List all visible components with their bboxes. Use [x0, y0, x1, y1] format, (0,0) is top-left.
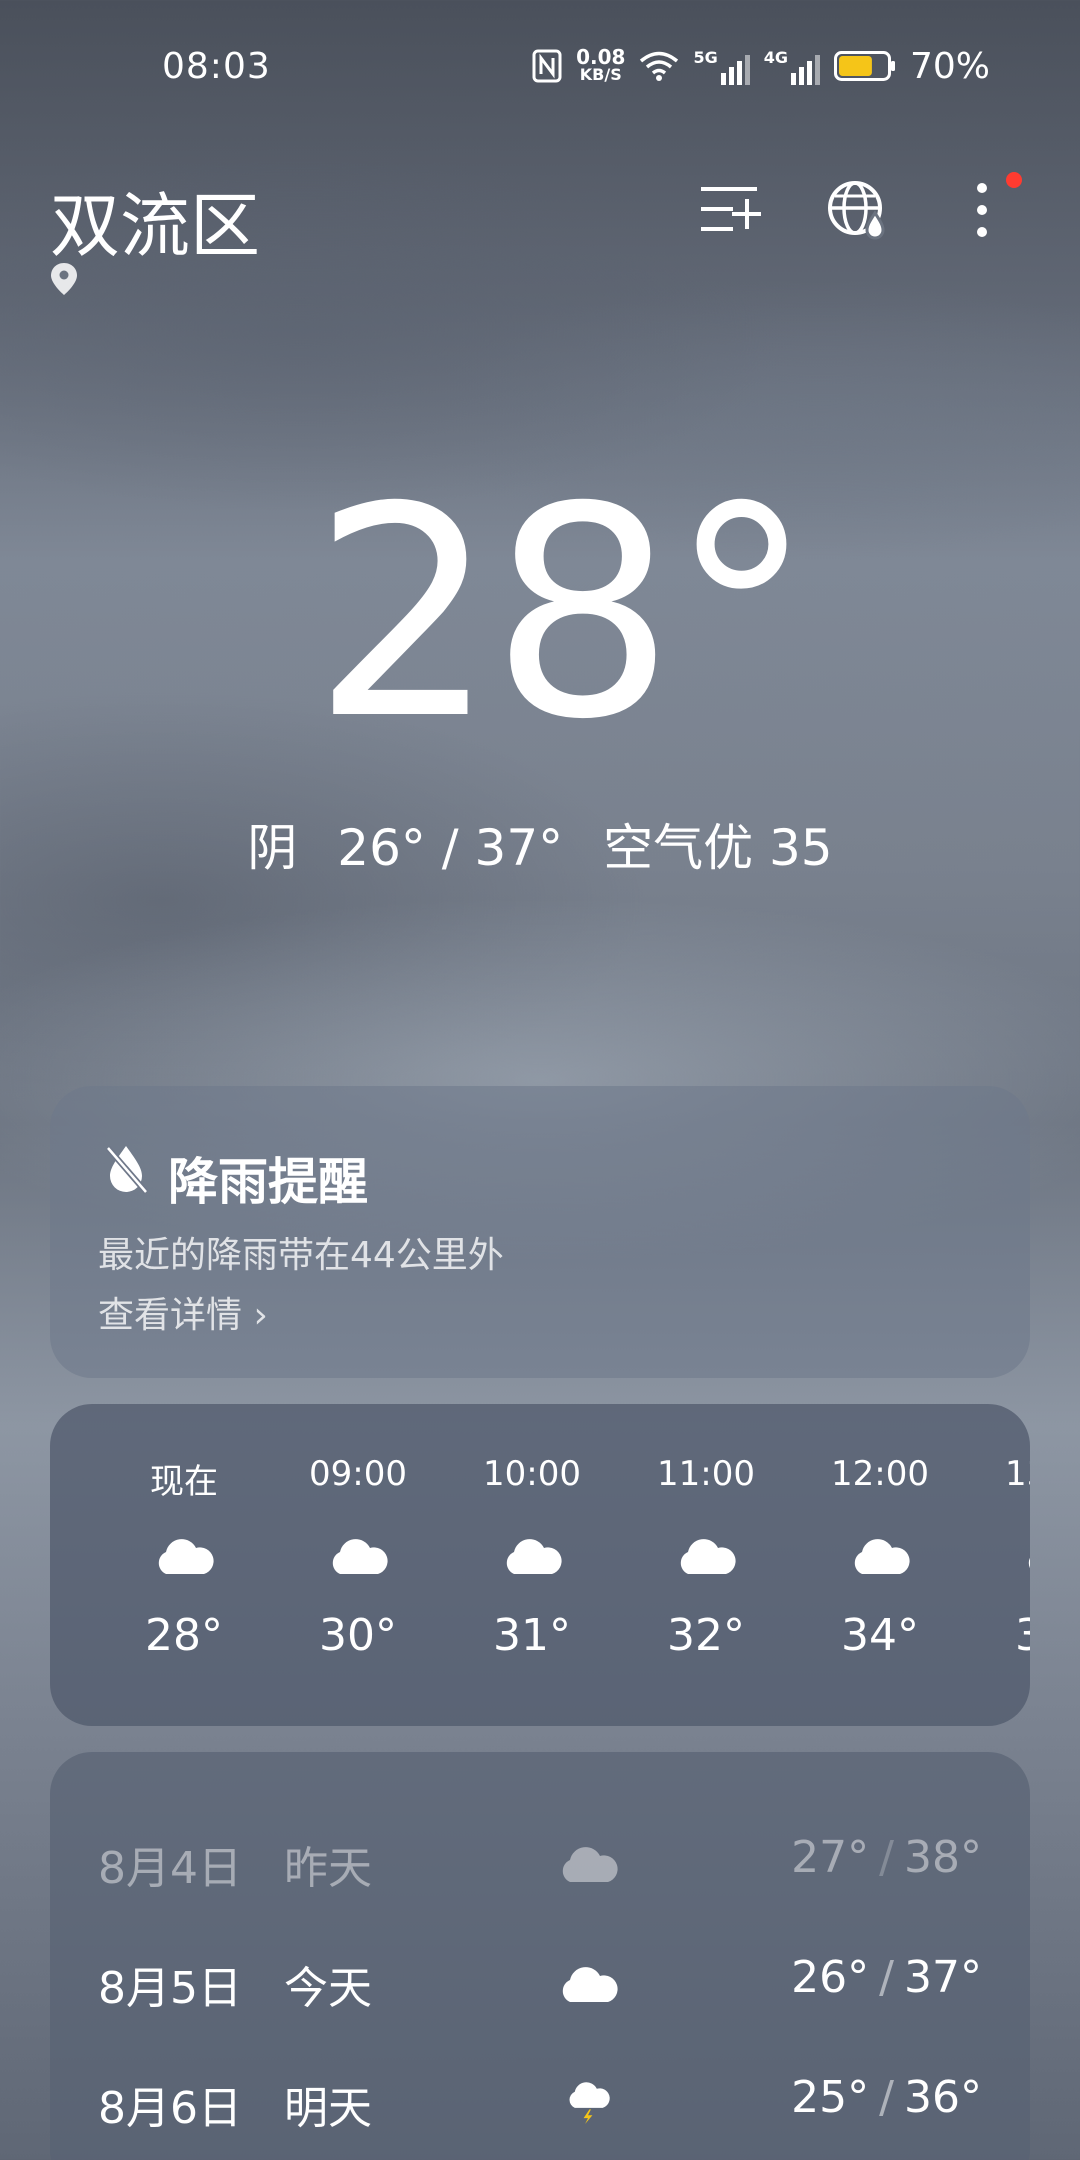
- hourly-forecast-card[interactable]: 现在 28° 09:00 30° 10:00 31° 11:00 32° 12:…: [50, 1404, 1030, 1726]
- rain-alert-title: 降雨提醒: [168, 1153, 368, 1211]
- rain-alert-details-link[interactable]: 查看详情 ›: [98, 1286, 268, 1338]
- battery-percent: 70%: [909, 45, 990, 87]
- hourly-temp: 36°: [1015, 1610, 1030, 1661]
- daily-label: 今天: [284, 1963, 372, 2014]
- daily-high: 37°: [904, 1952, 982, 2003]
- temp-range-text: 26° / 37°: [337, 819, 564, 877]
- daily-forecast-card[interactable]: 8月4日 昨天 27°/38° 8月5日 今天 26°/37° 8月6日 明天 …: [50, 1752, 1030, 2160]
- cloud-icon: [332, 1539, 388, 1574]
- daily-low: 25°: [791, 2072, 870, 2123]
- hourly-time: 10:00: [483, 1454, 581, 1494]
- status-time: 08:03: [162, 46, 271, 87]
- weather-summary[interactable]: 阴 26° / 37° 空气优 35: [0, 808, 1080, 880]
- cloud-icon: [158, 1539, 214, 1574]
- daily-date: 8月4日: [98, 1843, 242, 1894]
- nfc-icon: [532, 49, 562, 83]
- current-weather: 28°: [0, 470, 1080, 760]
- daily-row-today[interactable]: 8月5日 今天 26°/37°: [50, 1930, 1030, 2030]
- daily-date: 8月6日: [98, 2083, 242, 2134]
- daily-temp-range: 25°/36°: [791, 2072, 982, 2123]
- rain-alert-card[interactable]: 降雨提醒 最近的降雨带在44公里外 查看详情 ›: [50, 1086, 1030, 1378]
- hourly-time: 09:00: [309, 1454, 407, 1494]
- daily-high: 38°: [904, 1832, 982, 1883]
- air-quality-text: 空气优 35: [603, 819, 833, 877]
- hourly-temp: 32°: [667, 1610, 745, 1661]
- range-separator: /: [879, 2072, 894, 2123]
- add-city-list-icon: [701, 187, 761, 231]
- current-temperature: 28°: [311, 446, 814, 783]
- condition-text: 阴: [247, 819, 298, 877]
- hourly-time: 13:00: [1005, 1454, 1030, 1494]
- location-pin-icon: [51, 263, 77, 295]
- battery-icon: [833, 51, 895, 81]
- signal-4g-label: 4G: [763, 47, 788, 67]
- hourly-temp: 30°: [319, 1610, 397, 1661]
- net-speed: 0.08 KB/S: [576, 45, 626, 84]
- net-speed-value: 0.08: [576, 45, 626, 69]
- cloud-icon: [506, 1539, 562, 1574]
- hourly-temp: 34°: [841, 1610, 919, 1661]
- range-separator: /: [879, 1952, 894, 2003]
- cloud-icon: [562, 1967, 618, 2002]
- signal-5g: 5G: [693, 47, 750, 85]
- daily-label: 明天: [284, 2083, 372, 2134]
- hourly-time: 12:00: [831, 1454, 929, 1494]
- daily-date: 8月5日: [98, 1963, 242, 2014]
- daily-label: 昨天: [284, 1843, 372, 1894]
- wifi-icon: [640, 51, 679, 81]
- hourly-time: 现在: [150, 1462, 218, 1502]
- hourly-time: 11:00: [657, 1454, 755, 1494]
- net-speed-unit: KB/S: [579, 65, 622, 84]
- daily-temp-range: 27°/38°: [791, 1832, 982, 1883]
- thunder-cloud-icon: [569, 2082, 610, 2124]
- daily-low: 27°: [791, 1832, 870, 1883]
- daily-low: 26°: [791, 1952, 870, 2003]
- status-icons: 0.08 KB/S 5G 4G 70%: [532, 44, 990, 88]
- daily-row-yesterday[interactable]: 8月4日 昨天 27°/38°: [50, 1810, 1030, 1910]
- city-name[interactable]: 双流区: [50, 170, 260, 271]
- cloud-icon: [562, 1847, 618, 1882]
- range-separator: /: [879, 1832, 894, 1883]
- signal-bars-icon: [720, 54, 750, 85]
- status-bar: 08:03 0.08 KB/S 5G 4G 70%: [0, 0, 1080, 140]
- daily-temp-range: 26°/37°: [791, 1952, 982, 2003]
- signal-bars-icon: [790, 54, 820, 85]
- globe-button[interactable]: [818, 170, 898, 250]
- more-vertical-icon: [977, 183, 987, 237]
- signal-5g-label: 5G: [693, 47, 718, 67]
- rain-alert-message: 最近的降雨带在44公里外: [98, 1235, 504, 1276]
- cloud-icon: [854, 1539, 910, 1574]
- daily-high: 36°: [904, 2072, 982, 2123]
- daily-row-tomorrow[interactable]: 8月6日 明天 25°/36°: [50, 2050, 1030, 2150]
- signal-4g: 4G: [764, 48, 820, 85]
- no-rain-drop-icon: [105, 1146, 149, 1194]
- notification-dot: [1006, 172, 1022, 188]
- add-city-button[interactable]: [690, 170, 770, 250]
- globe-rain-icon: [828, 181, 885, 240]
- cloud-icon: [680, 1539, 736, 1574]
- hourly-temp: 28°: [145, 1610, 223, 1661]
- cloud-icon: [1028, 1557, 1030, 1569]
- hourly-temp: 31°: [493, 1610, 571, 1661]
